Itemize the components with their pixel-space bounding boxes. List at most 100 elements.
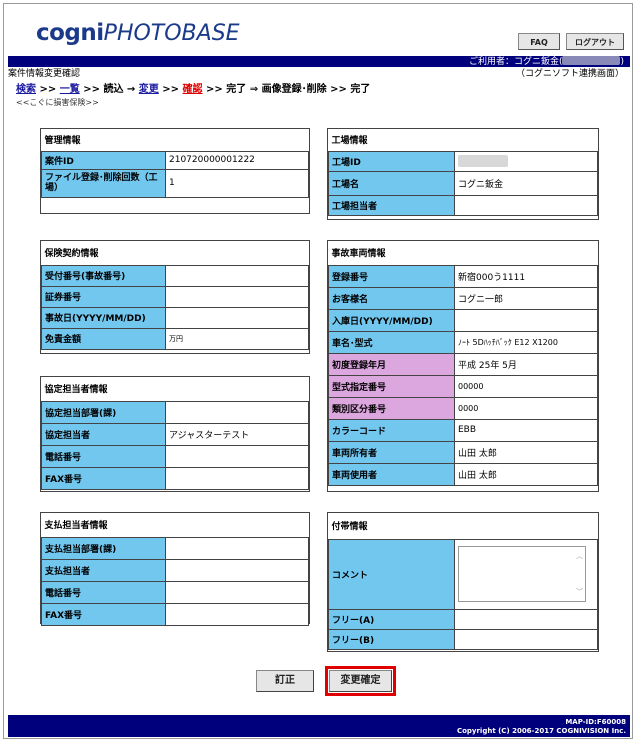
field-value: 0000 xyxy=(454,396,598,420)
section-title: 付帯情報 xyxy=(328,513,598,539)
faq-button[interactable]: FAQ xyxy=(518,33,560,50)
field-label: 工場担当者 xyxy=(328,194,455,216)
section-title: 管理情報 xyxy=(41,129,309,151)
section-title: 工場情報 xyxy=(328,129,598,151)
breadcrumb-search-link[interactable]: 検索 xyxy=(16,84,36,95)
section-title: 協定担当者情報 xyxy=(41,377,309,401)
breadcrumb-sep: >> xyxy=(158,84,183,95)
field-label: FAX番号 xyxy=(41,466,166,490)
field-label: 工場ID xyxy=(328,150,455,172)
field-value: 00000 xyxy=(454,374,598,398)
scroll-down-icon: ﹀ xyxy=(576,588,583,596)
field-value: 山田 太郎 xyxy=(454,462,598,486)
breadcrumb: 検索 >> 一覧 >> 読込 → 変更 >> 確認 >> 完了 ⇒ 画像登録･削… xyxy=(16,84,370,96)
field-value xyxy=(165,466,309,490)
field-label: FAX番号 xyxy=(41,602,166,626)
field-label: お客様名 xyxy=(328,286,455,310)
breadcrumb-current: 確認 xyxy=(182,84,203,95)
page-subtitle: （コグニソフト連携画面） xyxy=(515,69,624,79)
field-label: 証券番号 xyxy=(41,285,166,308)
field-value: EBB xyxy=(454,418,598,442)
field-value xyxy=(165,558,309,582)
case-id-value: 210720000001222 xyxy=(165,150,309,170)
field-value: アジャスターテスト xyxy=(165,422,309,446)
kanri-section: 管理情報 案件ID 210720000001222 ファイル登録･削除回数（工場… xyxy=(40,128,310,214)
section-title: 保険契約情報 xyxy=(41,241,309,265)
kyotei-section: 協定担当者情報 協定担当部署(課) 協定担当者 アジャスターテスト 電話番号 FA… xyxy=(40,376,310,492)
field-label: 電話番号 xyxy=(41,580,166,604)
field-value xyxy=(165,536,309,560)
field-label: 入庫日(YYYY/MM/DD) xyxy=(328,308,455,332)
field-label: 受付番号(事故番号) xyxy=(41,264,166,287)
title-row: 案件情報変更確認 （コグニソフト連携画面） xyxy=(8,68,630,80)
kojo-section: 工場情報 工場ID 工場名 コグニ鈑金 工場担当者 xyxy=(327,128,599,220)
shiharai-section: 支払担当者情報 支払担当部署(課) 支払担当者 電話番号 FAX番号 xyxy=(40,512,310,626)
field-value xyxy=(165,285,309,308)
field-label: 初度登録年月 xyxy=(328,352,455,376)
footer-bar: MAP-ID:F60008 Copyright (C) 2006-2017 CO… xyxy=(8,715,630,737)
field-label: ファイル登録･削除回数（工場） xyxy=(41,168,166,198)
field-label: 協定担当者 xyxy=(41,422,166,446)
field-value: 新宿000う1111 xyxy=(454,264,598,288)
cogni-photobase-logo: cogniPHOTOBASE xyxy=(36,20,240,46)
field-value xyxy=(165,264,309,287)
free-a-value xyxy=(454,608,598,630)
jiko-section: 事故車両情報 登録番号 新宿000う1111 お客様名 コグニ一郎 入庫日(YYYY… xyxy=(327,240,599,492)
breadcrumb-change-link[interactable]: 変更 xyxy=(139,84,159,95)
field-value xyxy=(165,400,309,424)
field-label: 事故日(YYYY/MM/DD) xyxy=(41,306,166,329)
section-title: 支払担当者情報 xyxy=(41,513,309,537)
free-b-value xyxy=(454,628,598,650)
field-label: 型式指定番号 xyxy=(328,374,455,398)
copyright: Copyright (C) 2006-2017 COGNIVISION Inc. xyxy=(456,727,626,735)
field-label: フリー(A) xyxy=(328,608,455,630)
field-value xyxy=(165,444,309,468)
field-label: 類別区分番号 xyxy=(328,396,455,420)
field-label: 工場名 xyxy=(328,170,455,196)
hoken-section: 保険契約情報 受付番号(事故番号) 証券番号 事故日(YYYY/MM/DD) 免… xyxy=(40,240,310,354)
user-info: ご利用者：コグニ鈑金() xyxy=(469,56,624,67)
map-id: MAP-ID:F60008 xyxy=(565,718,626,726)
field-label: 車名･型式 xyxy=(328,330,455,354)
logo-main: cogni xyxy=(36,20,104,46)
field-label: 案件ID xyxy=(41,150,166,170)
field-label: 協定担当部署(課) xyxy=(41,400,166,424)
futai-section: 付帯情報 コメント ︿ ﹀ フリー(A) フリー(B) xyxy=(327,512,599,652)
header-bar: ご利用者：コグニ鈑金() xyxy=(8,56,630,67)
field-value xyxy=(165,602,309,626)
field-value xyxy=(454,308,598,332)
field-label: 登録番号 xyxy=(328,264,455,288)
comment-cell: ︿ ﹀ xyxy=(454,538,598,610)
comment-textarea[interactable]: ︿ ﹀ xyxy=(458,546,586,602)
field-value: コグニ一郎 xyxy=(454,286,598,310)
page-frame: cogniPHOTOBASE FAQ ログアウト ご利用者：コグニ鈑金() 案件… xyxy=(3,3,633,739)
field-label: 車両所有者 xyxy=(328,440,455,464)
breadcrumb-sep: >> 読込 → xyxy=(79,84,139,95)
scroll-up-icon: ︿ xyxy=(576,552,583,560)
user-name-blurred xyxy=(562,56,621,65)
insurer-name: <<こぐに損害保険>> xyxy=(16,98,99,107)
factory-staff-value xyxy=(454,194,598,216)
field-value: 山田 太郎 xyxy=(454,440,598,464)
correct-button[interactable]: 訂正 xyxy=(256,670,314,692)
field-label: フリー(B) xyxy=(328,628,455,650)
highlight-box xyxy=(325,666,396,696)
user-close-paren: ) xyxy=(620,57,624,67)
field-label: コメント xyxy=(328,538,455,610)
factory-id-blurred xyxy=(458,155,508,167)
breadcrumb-sep: >> xyxy=(36,84,60,95)
field-value: 万円 xyxy=(165,327,309,350)
logo-sub: PHOTOBASE xyxy=(103,21,240,46)
breadcrumb-rest: >> 完了 ⇒ 画像登録･削除 >> 完了 xyxy=(202,84,371,95)
page-title: 案件情報変更確認 xyxy=(8,69,81,79)
field-label: 電話番号 xyxy=(41,444,166,468)
breadcrumb-list-link[interactable]: 一覧 xyxy=(60,84,80,95)
field-label: 車両使用者 xyxy=(328,462,455,486)
field-value: 平成 25年 5月 xyxy=(454,352,598,376)
logout-button[interactable]: ログアウト xyxy=(566,33,624,50)
user-label: ご利用者：コグニ鈑金( xyxy=(468,57,563,67)
field-value: ﾉｰﾄ 5Dﾊｯﾁﾊﾞｯｸ E12 X1200 xyxy=(454,330,598,354)
field-label: 支払担当部署(課) xyxy=(41,536,166,560)
field-value xyxy=(165,580,309,604)
field-label: 支払担当者 xyxy=(41,558,166,582)
